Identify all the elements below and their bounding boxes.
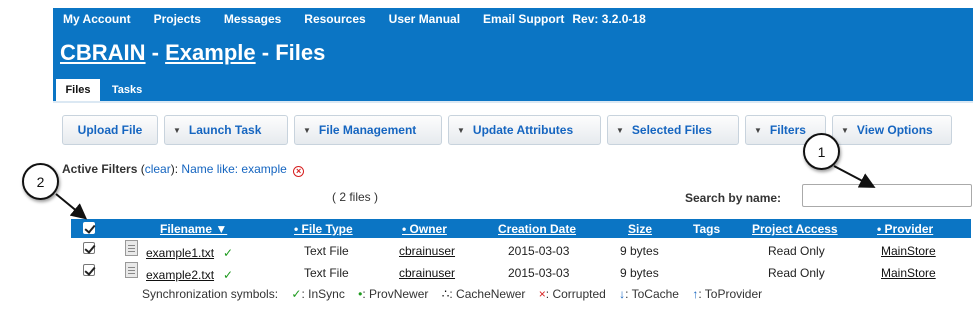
callout-2-badge: 2 <box>22 163 59 200</box>
callout-2-arrow <box>55 193 88 220</box>
callout-1-arrow <box>833 165 876 188</box>
callout-1-badge: 1 <box>803 133 840 170</box>
